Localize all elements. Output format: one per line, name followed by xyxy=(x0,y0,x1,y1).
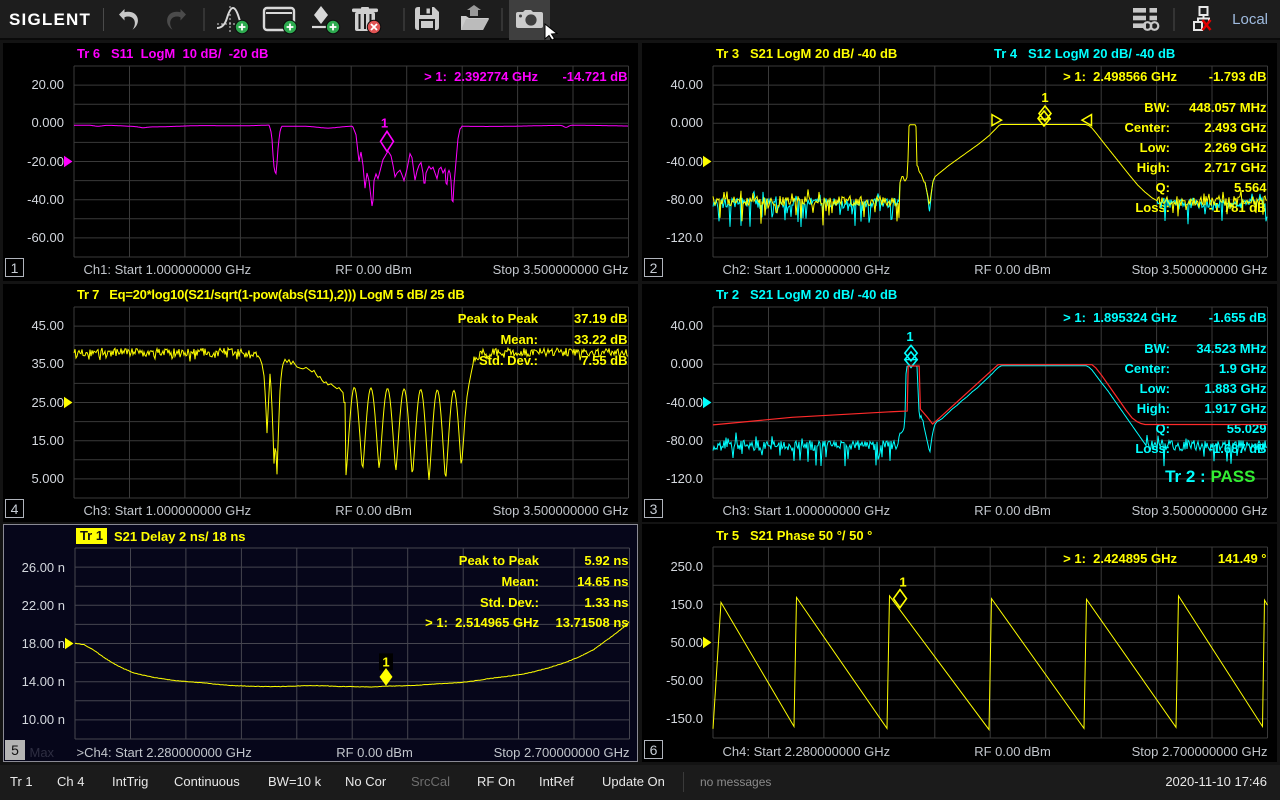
svg-text:1: 1 xyxy=(381,115,388,130)
svg-text:1: 1 xyxy=(899,575,906,590)
svg-text:1: 1 xyxy=(382,654,389,669)
svg-text:1: 1 xyxy=(906,328,913,343)
svg-text:1: 1 xyxy=(1041,90,1048,105)
